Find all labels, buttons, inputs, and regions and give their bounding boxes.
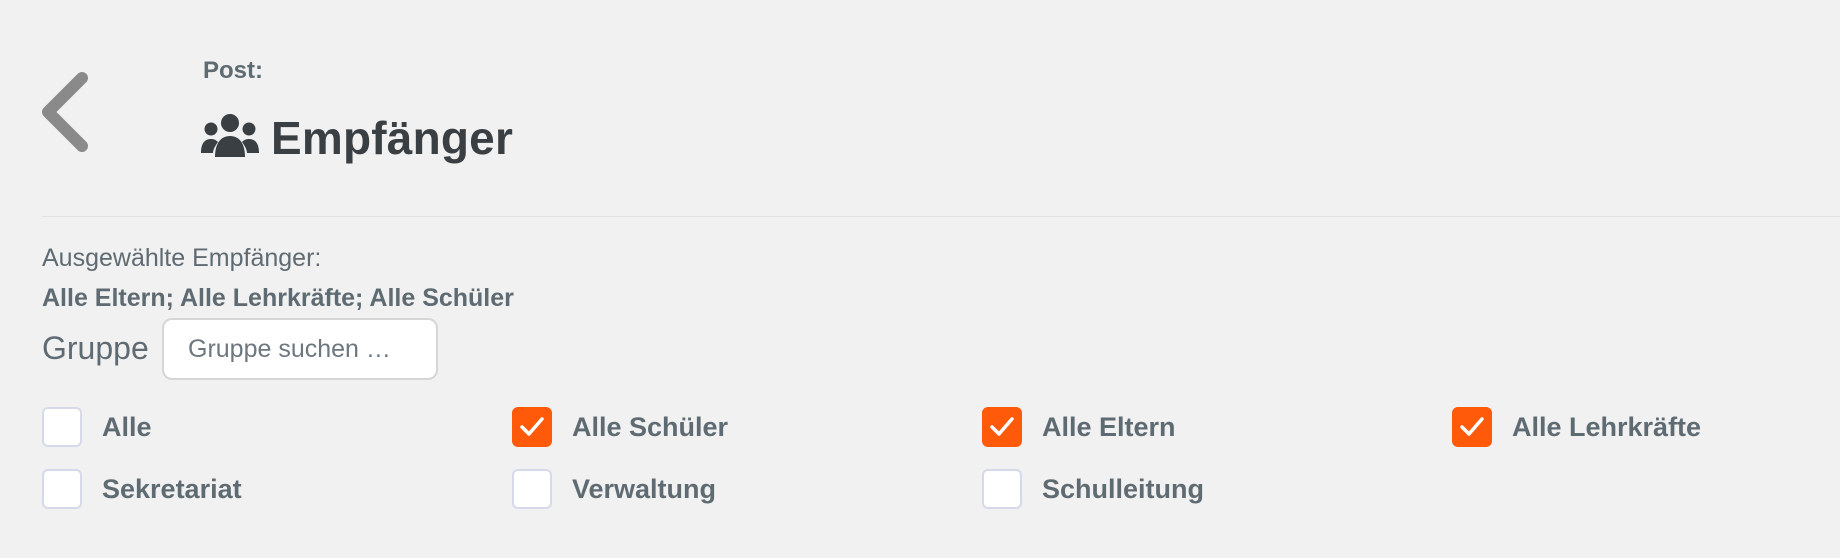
option-label: Schulleitung <box>1042 473 1204 504</box>
back-button[interactable] <box>34 68 94 156</box>
option-label: Alle Lehrkräfte <box>1512 411 1702 442</box>
checkbox[interactable] <box>42 407 82 447</box>
option-label: Alle Eltern <box>1042 411 1176 442</box>
option-schulleitung[interactable]: Schulleitung <box>982 467 1204 511</box>
chevron-left-icon <box>42 72 88 152</box>
option-sekretariat[interactable]: Sekretariat <box>42 467 242 511</box>
page-title-text: Empfänger <box>271 112 514 164</box>
selected-recipients-label: Ausgewählte Empfänger: <box>42 244 322 272</box>
checkbox[interactable] <box>512 407 552 447</box>
option-alle-eltern[interactable]: Alle Eltern <box>982 405 1176 449</box>
option-alle-schueler[interactable]: Alle Schüler <box>512 405 728 449</box>
checkbox[interactable] <box>1452 407 1492 447</box>
option-verwaltung[interactable]: Verwaltung <box>512 467 716 511</box>
option-label: Alle <box>102 411 152 442</box>
option-label: Alle Schüler <box>572 411 729 442</box>
option-alle-lehrkraefte[interactable]: Alle Lehrkräfte <box>1452 405 1701 449</box>
checkbox[interactable] <box>982 469 1022 509</box>
selected-recipients-value: Alle Eltern; Alle Lehrkräfte; Alle Schül… <box>42 284 514 312</box>
header-divider <box>42 216 1840 217</box>
option-label: Verwaltung <box>572 473 717 504</box>
group-filter-label: Gruppe <box>42 330 149 366</box>
option-label: Sekretariat <box>102 473 242 504</box>
check-icon <box>990 417 1014 436</box>
check-icon <box>1460 417 1484 436</box>
group-search-input[interactable] <box>162 318 438 380</box>
page-overline: Post: <box>203 57 263 84</box>
page-title: Empfänger <box>201 108 513 168</box>
check-icon <box>520 417 544 436</box>
checkbox[interactable] <box>42 469 82 509</box>
checkbox[interactable] <box>982 407 1022 447</box>
checkbox[interactable] <box>512 469 552 509</box>
users-icon <box>201 114 259 157</box>
option-alle[interactable]: Alle <box>42 405 152 449</box>
